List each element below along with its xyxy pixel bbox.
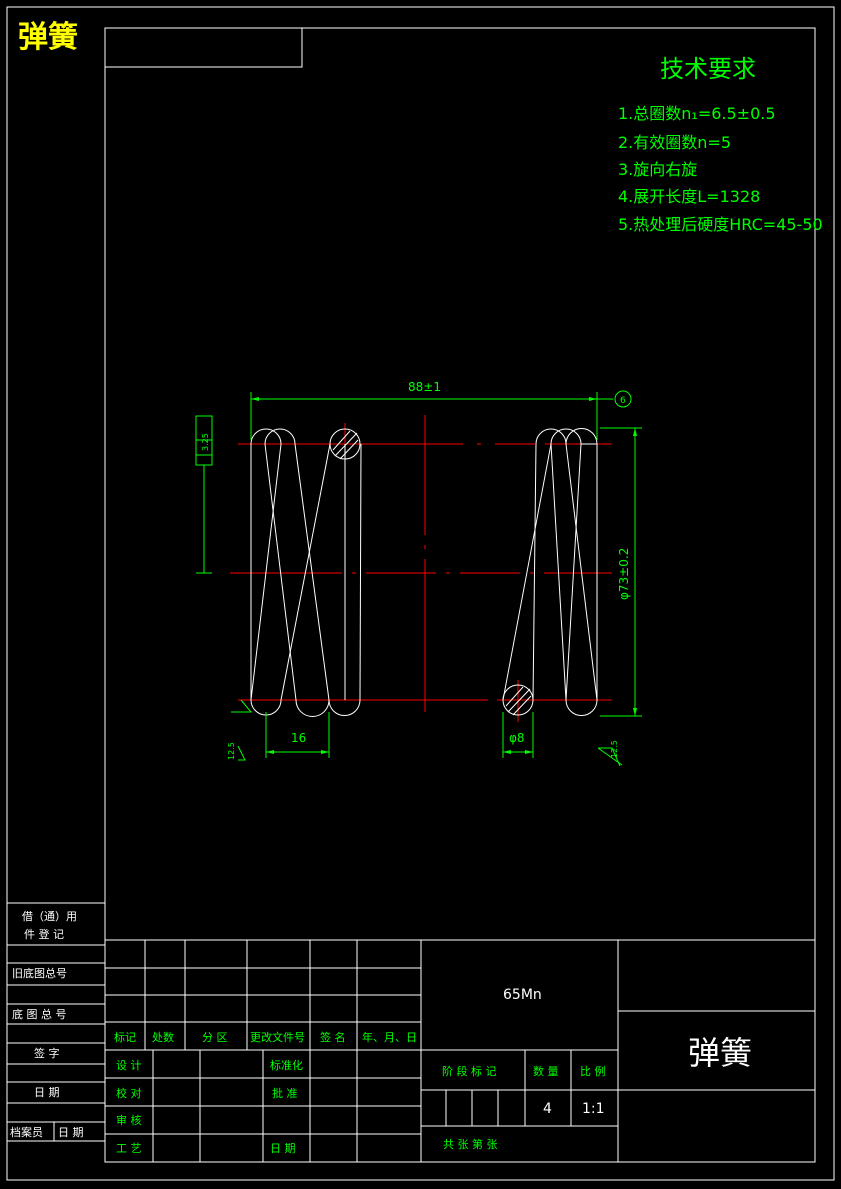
diameter-dimension: φ73±0.2 — [617, 548, 631, 600]
tb-sheets: 共 张 第 张 — [443, 1137, 498, 1151]
requirement-item: 3.旋向右旋 — [618, 160, 697, 179]
length-dimension: 88±1 — [408, 380, 441, 394]
side-borrow-label: 借（通）用 — [22, 910, 77, 923]
roughness-right: 12.5 — [610, 740, 619, 758]
tb-review: 审 核 — [116, 1113, 142, 1127]
tb-header-docno: 更改文件号 — [250, 1030, 305, 1044]
side-drawing-no: 底 图 总 号 — [12, 1007, 67, 1021]
tb-design: 设 计 — [116, 1059, 142, 1072]
requirement-item: 2.有效圈数n=5 — [618, 133, 731, 152]
tb-stage-label: 阶 段 标 记 — [442, 1064, 497, 1078]
balloon-number: 6 — [620, 396, 626, 406]
tb-material: 65Mn — [503, 987, 542, 1003]
tb-quantity: 4 — [543, 1101, 552, 1117]
tb-scale: 1:1 — [582, 1101, 605, 1117]
tb-header-count: 处数 — [152, 1031, 174, 1044]
requirements-heading: 技术要求 — [660, 55, 756, 83]
tb-quantity-label: 数 量 — [533, 1065, 559, 1078]
tb-scale-label: 比 例 — [580, 1064, 606, 1078]
tb-standardization: 标准化 — [270, 1058, 303, 1072]
tb-part-name: 弹簧 — [688, 1034, 752, 1072]
tolerance-value: 3.25 — [201, 433, 210, 451]
side-archivist: 档案员 — [10, 1125, 43, 1139]
drawing-sheet: 弹簧 技术要求 1.总圈数n₁=6.5±0.5 2.有效圈数n=5 3.旋向右旋… — [0, 0, 841, 1189]
tb-check: 校 对 — [116, 1086, 142, 1100]
side-register-label: 件 登 记 — [24, 927, 64, 941]
corner-title: 弹簧 — [18, 20, 78, 55]
tb-process: 工 艺 — [116, 1142, 142, 1155]
side-signature: 签 字 — [34, 1046, 60, 1060]
requirement-item: 5.热处理后硬度HRC=45-50 — [618, 215, 823, 234]
tb-header-zone: 分 区 — [202, 1031, 228, 1044]
requirement-item: 4.展开长度L=1328 — [618, 187, 760, 206]
side-old-drawing-no: 旧底图总号 — [12, 966, 67, 980]
wire-dimension: φ8 — [509, 731, 525, 745]
side-date: 日 期 — [34, 1086, 60, 1099]
tb-header-sign: 签 名 — [320, 1030, 346, 1044]
pitch-dimension: 16 — [291, 731, 306, 745]
roughness-left: 12.5 — [227, 742, 236, 760]
tb-header-mark: 标记 — [114, 1030, 136, 1044]
requirement-item: 1.总圈数n₁=6.5±0.5 — [618, 104, 776, 123]
tb-header-date: 年、月、日 — [362, 1030, 417, 1044]
side-archive-date: 日 期 — [58, 1126, 84, 1139]
tb-date: 日 期 — [270, 1142, 296, 1155]
tb-approve: 批 准 — [272, 1086, 298, 1100]
